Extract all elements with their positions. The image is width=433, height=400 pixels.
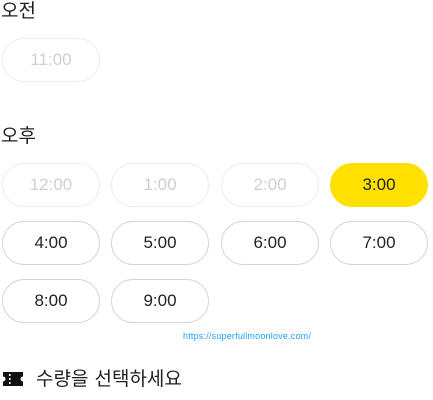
quantity-header: 수량을 선택하세요 [2, 366, 182, 392]
ticket-icon [2, 370, 24, 388]
time-slot-1-00: 1:00 [111, 163, 209, 207]
time-slot-6-00[interactable]: 6:00 [221, 221, 319, 265]
watermark-url: https://superfullmoonlove.com/ [183, 331, 312, 341]
time-slot-9-00[interactable]: 9:00 [111, 279, 209, 323]
time-slot-4-00[interactable]: 4:00 [2, 221, 100, 265]
morning-section-title: 오전 [1, 0, 36, 22]
quantity-label: 수량을 선택하세요 [36, 368, 182, 390]
time-slot-2-00: 2:00 [221, 163, 319, 207]
time-slot-12-00: 12:00 [2, 163, 100, 207]
time-slot-7-00[interactable]: 7:00 [330, 221, 428, 265]
time-slot-8-00[interactable]: 8:00 [2, 279, 100, 323]
time-slot-3-00[interactable]: 3:00 [330, 163, 428, 207]
afternoon-section-title: 오후 [1, 125, 36, 147]
time-slot-5-00[interactable]: 5:00 [111, 221, 209, 265]
time-slot-11-00: 11:00 [2, 38, 100, 82]
